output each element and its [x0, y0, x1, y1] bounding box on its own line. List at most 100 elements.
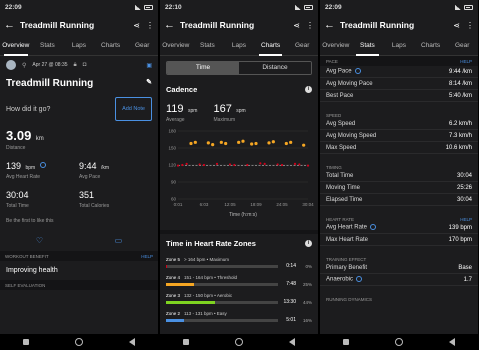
cadence-point — [263, 162, 266, 165]
cadence-point — [233, 163, 236, 167]
tab-stats[interactable]: Stats — [352, 36, 384, 56]
clock: 22:09 — [5, 3, 22, 11]
zone-track — [166, 282, 278, 286]
distance-label: Distance — [6, 145, 26, 151]
tab-laps[interactable]: Laps — [223, 36, 255, 56]
seg-time[interactable]: Time — [167, 62, 239, 74]
tab-overview[interactable]: Overview — [320, 36, 352, 56]
stat-value: Base — [458, 264, 472, 271]
zone-fill — [166, 318, 184, 322]
back-arrow-icon[interactable]: ← — [4, 19, 20, 31]
cadence-point — [289, 140, 293, 144]
back-arrow-icon[interactable]: ← — [164, 19, 180, 31]
info-icon[interactable]: i — [305, 86, 312, 93]
tab-laps[interactable]: Laps — [383, 36, 415, 56]
home-icon[interactable] — [75, 338, 83, 346]
cadence-point — [202, 163, 206, 167]
more-vert-icon[interactable]: ⋮ — [306, 21, 314, 30]
status-bar: 22:10 — [160, 0, 318, 14]
help-link[interactable]: HELP — [141, 254, 153, 259]
edit-icon[interactable]: ✎ — [146, 78, 152, 89]
more-vert-icon[interactable]: ⋮ — [146, 21, 154, 30]
info-circle-icon[interactable] — [354, 68, 361, 75]
section-title: TIMING — [326, 165, 342, 170]
share-icon[interactable]: ⋖ — [293, 21, 300, 30]
info-circle-icon[interactable] — [369, 224, 376, 231]
cadence-point — [185, 162, 188, 165]
section-title: PACE — [326, 58, 338, 64]
calories-label: Total Calories — [79, 203, 110, 209]
hr-value: 139 — [6, 161, 22, 171]
zone-pct: 25% — [302, 281, 312, 287]
heart-icon[interactable]: ♡ — [36, 236, 43, 245]
stat-value: 1.7 — [463, 276, 472, 283]
cadence-chart[interactable]: 180 150 120 90 600:01 6:03 12:05 18:09 24:05 30:0… — [164, 125, 314, 221]
y-tick-label: 180 — [168, 129, 176, 134]
info-circle-icon[interactable] — [356, 276, 363, 283]
tab-gear[interactable]: Gear — [126, 36, 158, 56]
back-icon[interactable] — [449, 338, 455, 346]
share-icon[interactable]: ⋖ — [133, 21, 140, 30]
tab-charts[interactable]: Charts — [95, 36, 127, 56]
self-eval-header: SELF EVALUATION — [0, 280, 158, 290]
pace-unit: /km — [100, 165, 110, 171]
stat-value: 5:40 /km — [448, 92, 472, 99]
stat-value: 170 bpm — [448, 236, 472, 243]
help-link[interactable]: HELP — [460, 59, 472, 64]
lock-icon[interactable]: 🔒︎ — [74, 62, 77, 69]
stats-section-header: RUNNING DYNAMICS — [320, 292, 478, 302]
tab-stats[interactable]: Stats — [32, 36, 64, 56]
tab-gear[interactable]: Gear — [286, 36, 318, 56]
x-tick-label: 12:05 — [224, 202, 236, 207]
tab-stats[interactable]: Stats — [192, 36, 224, 56]
cadence-point — [219, 140, 223, 144]
home-icon[interactable] — [235, 338, 243, 346]
cadence-point — [189, 141, 193, 146]
zones-header: Time in Heart Rate Zones i — [160, 230, 318, 253]
clock: 22:09 — [325, 3, 342, 11]
cadence-max: 167 spm Maximum — [213, 99, 245, 123]
system-nav — [160, 334, 318, 350]
share-icon[interactable]: ⋖ — [453, 21, 460, 30]
summary-stats: 139 bpm Avg Heart Rate 9:44 /km Avg Pace … — [0, 153, 158, 212]
info-icon[interactable]: i — [305, 240, 312, 247]
info-circle-icon[interactable] — [39, 161, 46, 168]
add-note-button[interactable]: Add Note — [115, 97, 152, 121]
calendar-icon[interactable]: ▣ — [146, 62, 152, 69]
cadence-title: Cadence — [166, 85, 198, 94]
home-icon[interactable] — [395, 338, 403, 346]
cadence-point — [306, 164, 310, 167]
y-tick-label: 90 — [171, 180, 177, 185]
zone-name: Zone 3 — [166, 293, 181, 298]
cadence-point — [176, 164, 180, 167]
back-icon[interactable] — [289, 338, 295, 346]
cadence-point — [293, 162, 297, 165]
help-link[interactable]: HELP — [460, 217, 472, 222]
stat-value: 30:04 — [456, 196, 472, 203]
stat-value: 6.2 km/h — [448, 120, 472, 127]
back-icon[interactable] — [129, 338, 135, 346]
back-arrow-icon[interactable]: ← — [324, 19, 340, 31]
cadence-point — [271, 140, 275, 144]
stat-row: Avg Moving Speed 7.3 km/h — [320, 130, 478, 142]
battery-icon — [144, 4, 153, 10]
comment-icon[interactable]: ▭ — [115, 236, 123, 245]
tab-charts[interactable]: Charts — [255, 36, 287, 56]
stats-screen: 22:09 ← Treadmill Running ⋖ ⋮ Overview S… — [320, 0, 478, 350]
tab-gear[interactable]: Gear — [446, 36, 478, 56]
avatar[interactable] — [6, 60, 16, 70]
tab-bar: Overview Stats Laps Charts Gear — [0, 36, 158, 56]
cadence-max-unit: spm — [236, 108, 246, 114]
tab-laps[interactable]: Laps — [63, 36, 95, 56]
y-tick-label: 120 — [168, 163, 176, 168]
more-vert-icon[interactable]: ⋮ — [466, 21, 474, 30]
cadence-point — [267, 141, 271, 145]
stat-row: Avg Moving Pace 8:14 /km — [320, 78, 478, 90]
tab-charts[interactable]: Charts — [415, 36, 447, 56]
seg-distance[interactable]: Distance — [239, 62, 311, 74]
tab-overview[interactable]: Overview — [0, 36, 32, 56]
recents-icon[interactable] — [23, 339, 29, 345]
recents-icon[interactable] — [183, 339, 189, 345]
tab-overview[interactable]: Overview — [160, 36, 192, 56]
recents-icon[interactable] — [343, 339, 349, 345]
